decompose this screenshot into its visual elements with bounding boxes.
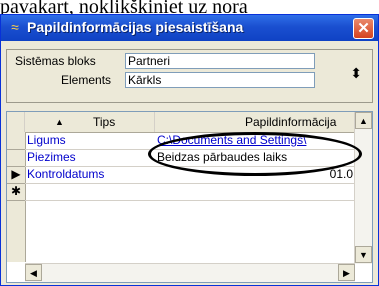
title-bar[interactable]: ≈ Papildinformācijas piesaistīšana ✕: [1, 15, 378, 41]
system-block-field[interactable]: Partneri: [125, 53, 315, 69]
info-grid: ▲ Tips Papildinformācija ▶ ✱ Ligums C:\D…: [6, 111, 373, 283]
type-cell[interactable]: Kontroldatums: [27, 166, 155, 183]
header-corner: [7, 112, 25, 132]
scroll-right-icon[interactable]: ▶: [338, 264, 355, 281]
column-header-info[interactable]: Papildinformācija: [155, 112, 355, 132]
new-record-row[interactable]: [25, 183, 355, 201]
app-icon: ≈: [11, 19, 19, 35]
column-header-info-label: Papildinformācija: [245, 115, 337, 129]
sort-ascending-icon: ▲: [55, 117, 64, 127]
type-cell[interactable]: Piezimes: [27, 149, 155, 166]
grid-header: ▲ Tips Papildinformācija: [7, 112, 355, 133]
row-selector-current[interactable]: ▶: [7, 166, 25, 184]
table-row[interactable]: Ligums C:\Documents and Settings\: [25, 132, 355, 150]
type-cell[interactable]: Ligums: [27, 132, 155, 149]
info-cell[interactable]: Beidzas pārbaudes laiks: [157, 149, 353, 166]
horizontal-scrollbar[interactable]: ◀ ▶: [25, 263, 355, 282]
row-selector-column: ▶ ✱: [7, 132, 26, 262]
scroll-up-icon[interactable]: ▲: [355, 112, 372, 129]
window-title: Papildinformācijas piesaistīšana: [27, 19, 244, 35]
element-field[interactable]: Kārkls: [125, 72, 315, 88]
table-row[interactable]: Kontroldatums 01.0: [25, 166, 355, 184]
close-button[interactable]: ✕: [353, 18, 374, 39]
dialog-window: ≈ Papildinformācijas piesaistīšana ✕ Sis…: [0, 14, 379, 286]
row-selector[interactable]: [7, 132, 25, 150]
filter-panel: Sistēmas bloks Partneri Elements Kārkls …: [6, 49, 373, 103]
element-label: Elements: [61, 73, 112, 87]
column-header-tips[interactable]: ▲ Tips: [25, 112, 155, 132]
system-block-label: Sistēmas bloks: [15, 54, 96, 68]
record-navigator-icon[interactable]: ⬍: [350, 65, 362, 82]
row-selector[interactable]: [7, 149, 25, 167]
new-row-icon[interactable]: ✱: [7, 183, 25, 201]
scroll-left-icon[interactable]: ◀: [25, 264, 42, 281]
vertical-scrollbar[interactable]: ▲ ▼: [354, 112, 372, 264]
info-cell[interactable]: 01.0: [157, 166, 353, 183]
info-cell-link[interactable]: C:\Documents and Settings\: [157, 132, 353, 149]
scroll-down-icon[interactable]: ▼: [355, 246, 372, 263]
table-row[interactable]: Piezimes Beidzas pārbaudes laiks: [25, 149, 355, 167]
column-header-tips-label: Tips: [93, 115, 116, 129]
